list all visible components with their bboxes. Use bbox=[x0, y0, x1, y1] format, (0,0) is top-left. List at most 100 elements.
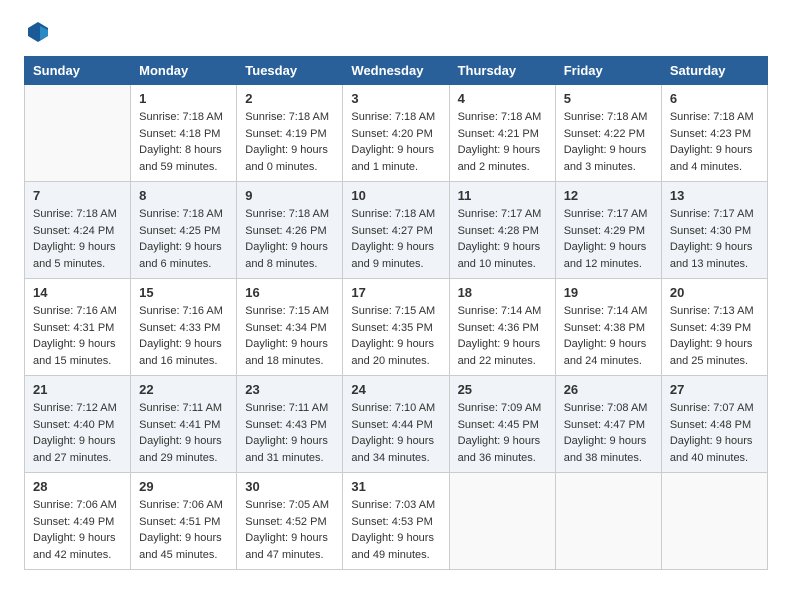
sunrise-text: Sunrise: 7:15 AM bbox=[245, 305, 329, 317]
calendar-cell bbox=[555, 473, 661, 570]
calendar-cell bbox=[25, 85, 131, 182]
sunset-text: Sunset: 4:53 PM bbox=[351, 516, 432, 528]
daylight-text: Daylight: 9 hours and 0 minutes. bbox=[245, 144, 328, 173]
day-number: 18 bbox=[458, 285, 547, 300]
daylight-text: Daylight: 9 hours and 15 minutes. bbox=[33, 338, 116, 367]
day-info: Sunrise: 7:11 AM Sunset: 4:43 PM Dayligh… bbox=[245, 400, 334, 466]
day-number: 25 bbox=[458, 382, 547, 397]
day-info: Sunrise: 7:17 AM Sunset: 4:28 PM Dayligh… bbox=[458, 206, 547, 272]
sunset-text: Sunset: 4:29 PM bbox=[564, 225, 645, 237]
calendar-cell: 3 Sunrise: 7:18 AM Sunset: 4:20 PM Dayli… bbox=[343, 85, 449, 182]
sunset-text: Sunset: 4:44 PM bbox=[351, 419, 432, 431]
daylight-text: Daylight: 9 hours and 2 minutes. bbox=[458, 144, 541, 173]
sunrise-text: Sunrise: 7:17 AM bbox=[458, 208, 542, 220]
sunrise-text: Sunrise: 7:10 AM bbox=[351, 402, 435, 414]
daylight-text: Daylight: 9 hours and 47 minutes. bbox=[245, 532, 328, 561]
calendar-cell: 24 Sunrise: 7:10 AM Sunset: 4:44 PM Dayl… bbox=[343, 376, 449, 473]
weekday-header-sunday: Sunday bbox=[25, 57, 131, 85]
day-info: Sunrise: 7:14 AM Sunset: 4:36 PM Dayligh… bbox=[458, 303, 547, 369]
sunrise-text: Sunrise: 7:18 AM bbox=[245, 111, 329, 123]
day-info: Sunrise: 7:18 AM Sunset: 4:24 PM Dayligh… bbox=[33, 206, 122, 272]
daylight-text: Daylight: 9 hours and 36 minutes. bbox=[458, 435, 541, 464]
calendar-cell: 4 Sunrise: 7:18 AM Sunset: 4:21 PM Dayli… bbox=[449, 85, 555, 182]
day-number: 29 bbox=[139, 479, 228, 494]
sunset-text: Sunset: 4:19 PM bbox=[245, 128, 326, 140]
daylight-text: Daylight: 9 hours and 8 minutes. bbox=[245, 241, 328, 270]
sunrise-text: Sunrise: 7:18 AM bbox=[458, 111, 542, 123]
daylight-text: Daylight: 9 hours and 22 minutes. bbox=[458, 338, 541, 367]
daylight-text: Daylight: 9 hours and 5 minutes. bbox=[33, 241, 116, 270]
daylight-text: Daylight: 9 hours and 1 minute. bbox=[351, 144, 434, 173]
weekday-header-monday: Monday bbox=[131, 57, 237, 85]
calendar-cell: 23 Sunrise: 7:11 AM Sunset: 4:43 PM Dayl… bbox=[237, 376, 343, 473]
day-info: Sunrise: 7:18 AM Sunset: 4:20 PM Dayligh… bbox=[351, 109, 440, 175]
sunrise-text: Sunrise: 7:13 AM bbox=[670, 305, 754, 317]
sunrise-text: Sunrise: 7:06 AM bbox=[139, 499, 223, 511]
daylight-text: Daylight: 9 hours and 27 minutes. bbox=[33, 435, 116, 464]
calendar-week-row: 28 Sunrise: 7:06 AM Sunset: 4:49 PM Dayl… bbox=[25, 473, 768, 570]
day-info: Sunrise: 7:07 AM Sunset: 4:48 PM Dayligh… bbox=[670, 400, 759, 466]
calendar-cell: 30 Sunrise: 7:05 AM Sunset: 4:52 PM Dayl… bbox=[237, 473, 343, 570]
sunset-text: Sunset: 4:47 PM bbox=[564, 419, 645, 431]
weekday-header-tuesday: Tuesday bbox=[237, 57, 343, 85]
calendar-cell: 11 Sunrise: 7:17 AM Sunset: 4:28 PM Dayl… bbox=[449, 182, 555, 279]
daylight-text: Daylight: 9 hours and 20 minutes. bbox=[351, 338, 434, 367]
day-info: Sunrise: 7:03 AM Sunset: 4:53 PM Dayligh… bbox=[351, 497, 440, 563]
daylight-text: Daylight: 9 hours and 6 minutes. bbox=[139, 241, 222, 270]
sunset-text: Sunset: 4:39 PM bbox=[670, 322, 751, 334]
sunrise-text: Sunrise: 7:09 AM bbox=[458, 402, 542, 414]
day-number: 22 bbox=[139, 382, 228, 397]
sunrise-text: Sunrise: 7:16 AM bbox=[139, 305, 223, 317]
day-info: Sunrise: 7:06 AM Sunset: 4:49 PM Dayligh… bbox=[33, 497, 122, 563]
day-number: 7 bbox=[33, 188, 122, 203]
day-number: 13 bbox=[670, 188, 759, 203]
daylight-text: Daylight: 8 hours and 59 minutes. bbox=[139, 144, 222, 173]
daylight-text: Daylight: 9 hours and 49 minutes. bbox=[351, 532, 434, 561]
daylight-text: Daylight: 9 hours and 45 minutes. bbox=[139, 532, 222, 561]
day-number: 1 bbox=[139, 91, 228, 106]
calendar-cell: 15 Sunrise: 7:16 AM Sunset: 4:33 PM Dayl… bbox=[131, 279, 237, 376]
calendar: SundayMondayTuesdayWednesdayThursdayFrid… bbox=[24, 56, 768, 570]
sunrise-text: Sunrise: 7:18 AM bbox=[670, 111, 754, 123]
calendar-cell: 27 Sunrise: 7:07 AM Sunset: 4:48 PM Dayl… bbox=[661, 376, 767, 473]
daylight-text: Daylight: 9 hours and 24 minutes. bbox=[564, 338, 647, 367]
sunrise-text: Sunrise: 7:12 AM bbox=[33, 402, 117, 414]
sunset-text: Sunset: 4:35 PM bbox=[351, 322, 432, 334]
day-number: 9 bbox=[245, 188, 334, 203]
sunset-text: Sunset: 4:18 PM bbox=[139, 128, 220, 140]
sunset-text: Sunset: 4:48 PM bbox=[670, 419, 751, 431]
sunrise-text: Sunrise: 7:15 AM bbox=[351, 305, 435, 317]
daylight-text: Daylight: 9 hours and 16 minutes. bbox=[139, 338, 222, 367]
sunrise-text: Sunrise: 7:14 AM bbox=[458, 305, 542, 317]
calendar-cell: 22 Sunrise: 7:11 AM Sunset: 4:41 PM Dayl… bbox=[131, 376, 237, 473]
weekday-header-row: SundayMondayTuesdayWednesdayThursdayFrid… bbox=[25, 57, 768, 85]
calendar-cell: 2 Sunrise: 7:18 AM Sunset: 4:19 PM Dayli… bbox=[237, 85, 343, 182]
daylight-text: Daylight: 9 hours and 40 minutes. bbox=[670, 435, 753, 464]
sunset-text: Sunset: 4:49 PM bbox=[33, 516, 114, 528]
day-number: 23 bbox=[245, 382, 334, 397]
day-info: Sunrise: 7:17 AM Sunset: 4:30 PM Dayligh… bbox=[670, 206, 759, 272]
day-info: Sunrise: 7:13 AM Sunset: 4:39 PM Dayligh… bbox=[670, 303, 759, 369]
calendar-week-row: 21 Sunrise: 7:12 AM Sunset: 4:40 PM Dayl… bbox=[25, 376, 768, 473]
calendar-cell: 17 Sunrise: 7:15 AM Sunset: 4:35 PM Dayl… bbox=[343, 279, 449, 376]
calendar-cell: 26 Sunrise: 7:08 AM Sunset: 4:47 PM Dayl… bbox=[555, 376, 661, 473]
day-info: Sunrise: 7:18 AM Sunset: 4:18 PM Dayligh… bbox=[139, 109, 228, 175]
day-number: 12 bbox=[564, 188, 653, 203]
weekday-header-thursday: Thursday bbox=[449, 57, 555, 85]
calendar-cell: 13 Sunrise: 7:17 AM Sunset: 4:30 PM Dayl… bbox=[661, 182, 767, 279]
calendar-cell: 19 Sunrise: 7:14 AM Sunset: 4:38 PM Dayl… bbox=[555, 279, 661, 376]
sunrise-text: Sunrise: 7:18 AM bbox=[245, 208, 329, 220]
day-number: 19 bbox=[564, 285, 653, 300]
day-info: Sunrise: 7:16 AM Sunset: 4:33 PM Dayligh… bbox=[139, 303, 228, 369]
daylight-text: Daylight: 9 hours and 38 minutes. bbox=[564, 435, 647, 464]
sunset-text: Sunset: 4:26 PM bbox=[245, 225, 326, 237]
day-info: Sunrise: 7:18 AM Sunset: 4:26 PM Dayligh… bbox=[245, 206, 334, 272]
calendar-cell: 20 Sunrise: 7:13 AM Sunset: 4:39 PM Dayl… bbox=[661, 279, 767, 376]
day-number: 15 bbox=[139, 285, 228, 300]
daylight-text: Daylight: 9 hours and 3 minutes. bbox=[564, 144, 647, 173]
calendar-cell: 25 Sunrise: 7:09 AM Sunset: 4:45 PM Dayl… bbox=[449, 376, 555, 473]
sunrise-text: Sunrise: 7:06 AM bbox=[33, 499, 117, 511]
calendar-week-row: 1 Sunrise: 7:18 AM Sunset: 4:18 PM Dayli… bbox=[25, 85, 768, 182]
sunset-text: Sunset: 4:36 PM bbox=[458, 322, 539, 334]
calendar-cell: 10 Sunrise: 7:18 AM Sunset: 4:27 PM Dayl… bbox=[343, 182, 449, 279]
